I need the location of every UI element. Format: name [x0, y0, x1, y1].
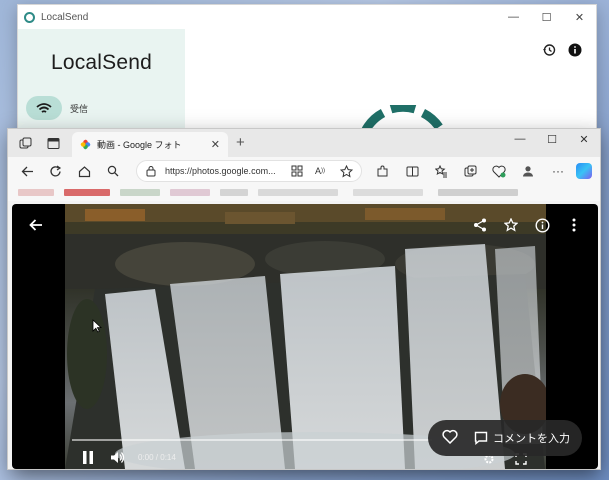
site-info-icon[interactable] — [145, 165, 157, 177]
sidebar-item-receive-label: 受信 — [70, 103, 89, 114]
copilot-icon[interactable] — [576, 163, 592, 179]
read-aloud-icon[interactable]: A)) — [313, 164, 327, 178]
tab-actions-icon[interactable] — [46, 136, 60, 150]
split-screen-icon[interactable] — [405, 164, 419, 178]
bookmark-item[interactable] — [18, 189, 54, 196]
bookmark-item[interactable] — [220, 189, 248, 196]
wifi-icon — [26, 96, 62, 120]
bookmark-item[interactable] — [64, 189, 110, 196]
more-vert-icon[interactable] — [565, 216, 583, 234]
comment-input-label: コメントを入力 — [493, 433, 570, 445]
tab-bar: 動画 - Google フォト ✕ + — ☐ ✕ — [8, 129, 600, 157]
history-icon[interactable] — [542, 43, 556, 57]
tab-close-button[interactable]: ✕ — [211, 138, 220, 151]
comment-icon — [474, 431, 488, 445]
favorites-bar — [8, 185, 600, 201]
heart-icon[interactable] — [442, 429, 460, 447]
video-progress-bar[interactable] — [72, 439, 432, 441]
workspaces-icon[interactable] — [18, 136, 32, 150]
edge-browser-window: 動画 - Google フォト ✕ + — ☐ ✕ https://photos… — [7, 128, 601, 470]
extensions-icon[interactable] — [375, 164, 389, 178]
back-icon[interactable] — [20, 164, 34, 178]
search-icon[interactable] — [106, 164, 120, 178]
localsend-titlebar: LocalSend — ☐ ✕ — [18, 5, 596, 29]
refresh-icon[interactable] — [48, 164, 62, 178]
localsend-app-icon — [24, 11, 35, 23]
more-options-icon[interactable]: ··· — [551, 164, 565, 178]
minimize-button[interactable]: — — [497, 5, 530, 29]
back-arrow-icon[interactable] — [27, 216, 45, 234]
close-button[interactable]: ✕ — [563, 5, 596, 29]
photo-viewer: 0:00 / 0:14 コメントを入力 — [12, 204, 598, 469]
add-favorite-icon[interactable] — [339, 164, 353, 178]
sidebar-item-receive[interactable]: 受信 — [26, 95, 156, 121]
comment-bar[interactable]: コメントを入力 — [428, 420, 582, 456]
bookmark-item[interactable] — [120, 189, 160, 196]
share-icon[interactable] — [471, 216, 489, 234]
profile-icon[interactable] — [521, 164, 535, 178]
minimize-button[interactable]: — — [504, 129, 536, 149]
address-text: https://photos.google.com... — [165, 166, 276, 176]
volume-icon[interactable] — [108, 448, 126, 466]
tab-title: 動画 - Google フォト — [97, 140, 182, 150]
localsend-brand-title: LocalSend — [50, 51, 153, 74]
bookmark-item[interactable] — [438, 189, 518, 196]
new-tab-button[interactable]: + — [236, 134, 245, 151]
apps-icon[interactable] — [290, 164, 304, 178]
tab-google-photos[interactable]: 動画 - Google フォト ✕ — [72, 132, 228, 157]
navigation-bar: https://photos.google.com... A)) ··· — [8, 157, 600, 185]
close-button[interactable]: ✕ — [568, 129, 600, 149]
favorites-icon[interactable] — [434, 164, 448, 178]
bookmark-item[interactable] — [258, 189, 338, 196]
collections-icon[interactable] — [463, 164, 477, 178]
maximize-button[interactable]: ☐ — [530, 5, 563, 29]
pause-icon[interactable] — [79, 448, 97, 466]
home-icon[interactable] — [77, 164, 91, 178]
info-icon[interactable] — [533, 216, 551, 234]
maximize-button[interactable]: ☐ — [536, 129, 568, 149]
info-icon[interactable] — [568, 43, 582, 57]
address-bar[interactable]: https://photos.google.com... — [136, 160, 362, 182]
browser-essentials-icon[interactable] — [492, 164, 506, 178]
bookmark-item[interactable] — [353, 189, 423, 196]
localsend-window-title: LocalSend — [41, 11, 89, 23]
google-photos-icon — [80, 139, 91, 150]
star-icon[interactable] — [502, 216, 520, 234]
bookmark-item[interactable] — [170, 189, 210, 196]
video-timecode: 0:00 / 0:14 — [138, 453, 176, 462]
mouse-cursor — [92, 319, 102, 333]
